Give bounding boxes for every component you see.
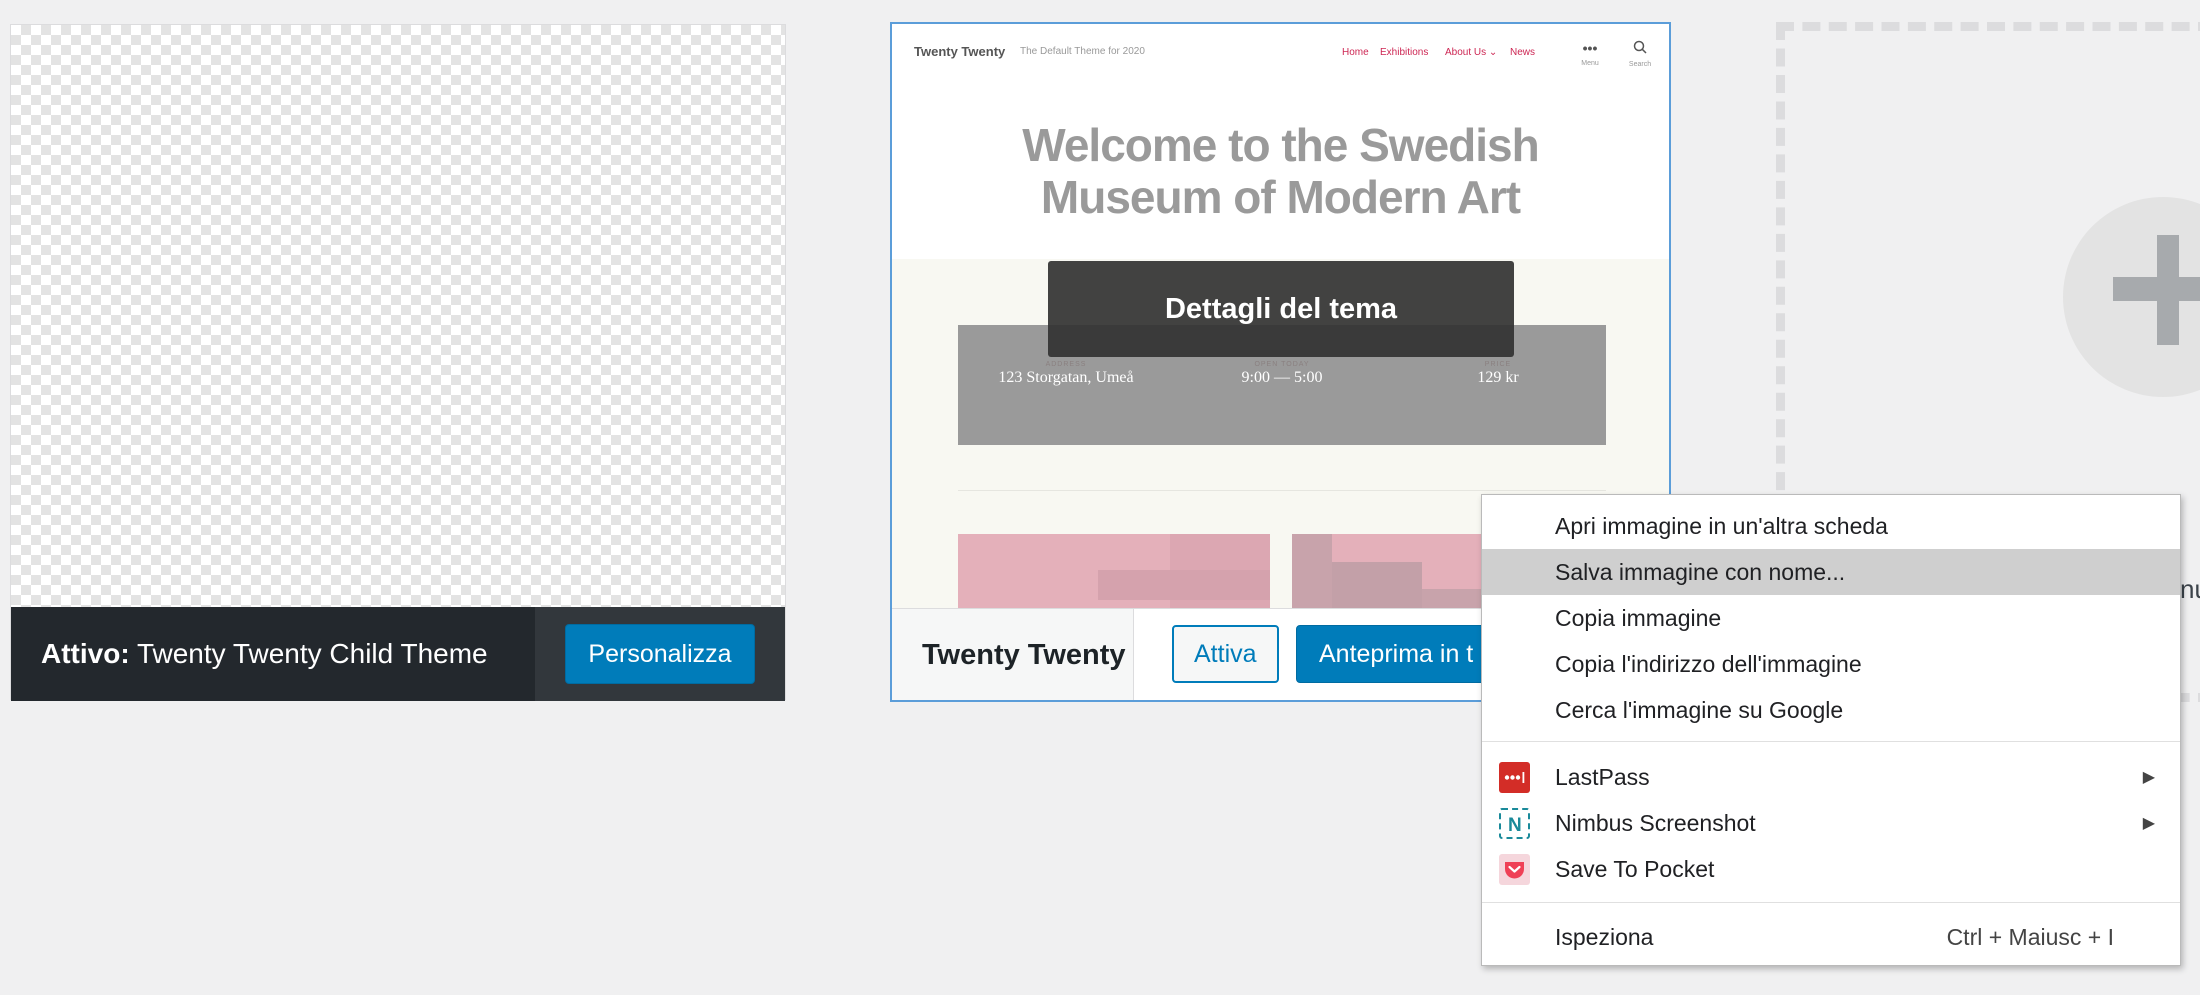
menu-item-lastpass[interactable]: LastPass ▶ [1482, 754, 2180, 800]
preview-nav-about: About Us ⌄ [1445, 47, 1498, 58]
active-theme-title: Twenty Twenty Child Theme [136, 638, 488, 669]
info-caption-hours: OPEN TODAY [1254, 361, 1310, 368]
inspect-shortcut: Ctrl + Maiusc + I [1946, 923, 2114, 950]
live-preview-button[interactable]: Anteprima in t [1296, 625, 1497, 683]
preview-hero-title: Welcome to the Swedish Museum of Modern … [892, 119, 1669, 223]
menu-item-save-image-as[interactable]: Salva immagine con nome... [1482, 549, 2180, 595]
menu-item-label: Apri immagine in un'altra scheda [1555, 512, 1888, 539]
menu-item-label: Cerca l'immagine su Google [1555, 696, 1844, 723]
active-status-label: Attivo: [41, 638, 130, 669]
menu-item-open-image-new-tab[interactable]: Apri immagine in un'altra scheda [1482, 503, 2180, 549]
menu-item-label: Copia immagine [1555, 604, 1722, 631]
context-menu: Apri immagine in un'altra scheda Salva i… [1481, 494, 2181, 966]
chevron-down-icon: ⌄ [1488, 47, 1498, 58]
search-icon [1633, 40, 1647, 54]
preview-separator [958, 490, 1606, 491]
menu-item-search-image-google[interactable]: Cerca l'immagine su Google [1482, 687, 2180, 733]
preview-menu-toggle: ••• Menu [1573, 40, 1607, 67]
preview-nav-exhibitions: Exhibitions [1380, 47, 1429, 58]
preview-search-label: Search [1628, 61, 1652, 68]
preview-gallery-image-1 [958, 534, 1270, 608]
info-hours: 9:00 — 5:00 [1241, 369, 1323, 386]
active-theme-name: Attivo: Twenty Twenty Child Theme [41, 638, 488, 670]
active-theme-card[interactable]: Attivo: Twenty Twenty Child Theme Person… [10, 24, 786, 701]
preview-hero-line-1: Welcome to the Swedish [1022, 119, 1539, 171]
info-address: 123 Storgatan, Umeå [998, 369, 1134, 386]
customize-button[interactable]: Personalizza [565, 624, 755, 684]
pocket-icon [1499, 854, 1530, 885]
theme-screenshot-placeholder[interactable] [11, 25, 785, 607]
lastpass-icon [1499, 762, 1530, 793]
active-theme-bar: Attivo: Twenty Twenty Child Theme Person… [11, 607, 785, 701]
theme-name: Twenty Twenty [892, 609, 1134, 700]
menu-item-label: Ispeziona [1555, 923, 1654, 950]
preview-nav-home: Home [1342, 47, 1369, 58]
info-caption-address: ADDRESS [1045, 361, 1087, 368]
menu-item-nimbus-screenshot[interactable]: N Nimbus Screenshot ▶ [1482, 800, 2180, 846]
menu-item-save-to-pocket[interactable]: Save To Pocket [1482, 846, 2180, 892]
menu-item-label: Copia l'indirizzo dell'immagine [1555, 650, 1862, 677]
menu-item-inspect[interactable]: Ispeziona Ctrl + Maiusc + I [1482, 914, 2180, 960]
submenu-arrow-icon: ▶ [2142, 815, 2155, 832]
activate-button[interactable]: Attiva [1172, 625, 1279, 683]
theme-details-overlay[interactable]: Dettagli del tema [1048, 261, 1514, 357]
info-caption-price: PRICE [1484, 361, 1512, 368]
menu-separator [1482, 741, 2180, 742]
menu-separator [1482, 902, 2180, 903]
menu-item-copy-image[interactable]: Copia immagine [1482, 595, 2180, 641]
menu-item-label: Nimbus Screenshot [1555, 809, 1756, 836]
add-new-theme-label: nu [2180, 574, 2200, 604]
preview-hero-line-2: Museum of Modern Art [1040, 171, 1521, 223]
preview-header: Twenty Twenty The Default Theme for 2020… [892, 24, 1669, 84]
nimbus-icon: N [1499, 808, 1530, 839]
preview-site-description: The Default Theme for 2020 [1020, 46, 1145, 57]
preview-nav-news: News [1510, 47, 1536, 58]
submenu-arrow-icon: ▶ [2142, 769, 2155, 786]
menu-item-label: Save To Pocket [1555, 855, 1715, 882]
active-theme-actions: Personalizza [535, 607, 785, 701]
menu-item-label: LastPass [1555, 763, 1650, 790]
preview-menu-label: Menu [1581, 60, 1599, 67]
menu-item-copy-image-address[interactable]: Copia l'indirizzo dell'immagine [1482, 641, 2180, 687]
menu-item-label: Salva immagine con nome... [1555, 558, 1846, 585]
info-price: 129 kr [1477, 369, 1519, 386]
preview-search-toggle: Search [1623, 40, 1657, 68]
svg-text:N: N [1508, 815, 1522, 836]
ellipsis-icon: ••• [1582, 40, 1598, 56]
preview-site-title: Twenty Twenty [914, 44, 1006, 59]
